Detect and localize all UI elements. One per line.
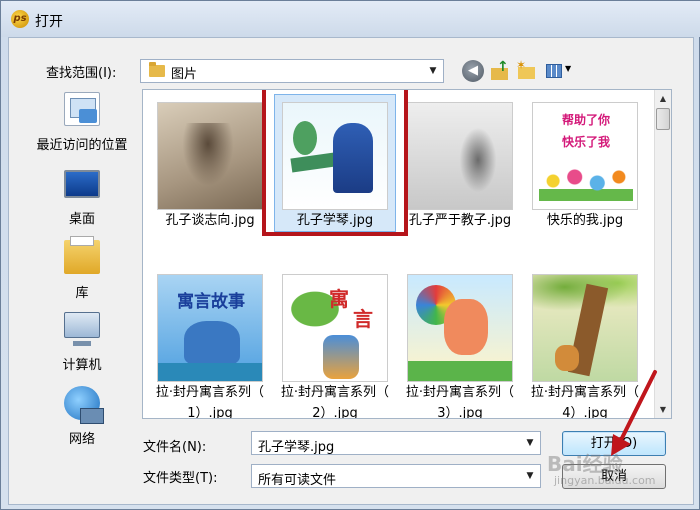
thumbnail-image [532, 274, 638, 382]
filetype-value: 所有可读文件 [258, 473, 337, 488]
place-label: 计算机 [62, 358, 102, 373]
thumbnail-image: 寓 言 [282, 274, 388, 382]
lookin-label: 查找范围(I): [46, 66, 117, 81]
place-libraries[interactable]: 库 [26, 236, 138, 308]
thumbnail-image: 寓言故事 [157, 274, 263, 382]
place-desktop[interactable]: 桌面 [26, 162, 138, 234]
filename-label: 文件名(N): [143, 440, 207, 455]
filetype-label: 文件类型(T): [143, 471, 218, 486]
file-name: 孔子严于教子.jpg [408, 213, 512, 228]
lookin-value: 图片 [171, 67, 198, 82]
thumbnail-text: 快乐了我 [561, 135, 610, 149]
thumbnail-text: 言 [353, 307, 373, 331]
up-folder-icon[interactable]: ↑ [489, 59, 511, 82]
file-name: 拉·封丹寓言系列（ [405, 385, 515, 400]
scroll-down-icon[interactable]: ▼ [655, 401, 671, 418]
thumbnail-image: 帮助了你 快乐了我 [532, 102, 638, 210]
app-icon: ps [11, 10, 29, 28]
file-list[interactable]: 孔子谈志向.jpg 孔子学琴.jpg 孔子严于教子.jpg 帮助了你 快乐了我 … [142, 89, 672, 419]
file-item-selected[interactable]: 孔子学琴.jpg [274, 94, 392, 244]
file-name: 拉·封丹寓言系列（ [155, 385, 265, 400]
place-computer[interactable]: 计算机 [26, 308, 138, 380]
scroll-up-icon[interactable]: ▲ [655, 90, 671, 107]
cancel-button[interactable]: 取消 [562, 464, 666, 489]
file-item[interactable]: 孔子谈志向.jpg [149, 94, 267, 244]
filename-value: 孔子学琴.jpg [258, 440, 335, 455]
file-name-line2: 1）.jpg [187, 406, 233, 419]
new-folder-icon[interactable]: ✶ [516, 58, 538, 82]
network-icon [64, 386, 104, 424]
thumbnail-image [282, 102, 388, 210]
file-name: 孔子学琴.jpg [296, 213, 374, 228]
libraries-icon [64, 236, 100, 274]
places-bar: 最近访问的位置 桌面 库 计算机 网络 [26, 88, 138, 456]
file-item[interactable]: 拉·封丹寓言系列（ 4）.jpg [524, 266, 642, 418]
dialog-body: 查找范围(I): 图片 ▼ ◀ ↑ ✶ ▼ 最近访问的位置 桌面 库 计算机 网… [8, 37, 694, 505]
chevron-down-icon[interactable]: ▼ [524, 469, 536, 483]
place-label: 最近访问的位置 [36, 138, 128, 153]
vertical-scrollbar[interactable]: ▲ ▼ [654, 90, 671, 418]
window-title: 打开 [35, 14, 63, 30]
scrollbar-thumb[interactable] [656, 108, 670, 130]
computer-icon [64, 312, 100, 346]
place-network[interactable]: 网络 [26, 382, 138, 454]
file-item[interactable]: 拉·封丹寓言系列（ 3）.jpg [399, 266, 517, 418]
thumbnail-image [407, 102, 513, 210]
file-item[interactable]: 寓 言 拉·封丹寓言系列（ 2）.jpg [274, 266, 392, 418]
filetype-select[interactable]: 所有可读文件 ▼ [251, 464, 541, 488]
thumbnail-image [407, 274, 513, 382]
title-bar[interactable]: ps 打开 [1, 1, 700, 37]
lookin-combobox[interactable]: 图片 ▼ [140, 59, 444, 83]
file-name-line2: 4）.jpg [562, 406, 608, 419]
filename-input[interactable]: 孔子学琴.jpg ▼ [251, 431, 541, 455]
place-recent[interactable]: 最近访问的位置 [26, 88, 138, 160]
file-name-line2: 3）.jpg [437, 406, 483, 419]
file-item[interactable]: 寓言故事 拉·封丹寓言系列（ 1）.jpg [149, 266, 267, 418]
back-icon[interactable]: ◀ [462, 60, 484, 82]
desktop-icon [64, 170, 100, 198]
open-dialog: ps 打开 查找范围(I): 图片 ▼ ◀ ↑ ✶ ▼ 最近访问的位置 桌面 库 [0, 0, 700, 510]
file-name: 快乐的我.jpg [546, 213, 624, 228]
file-name: 拉·封丹寓言系列（ [280, 385, 390, 400]
thumbnail-text: 帮助了你 [561, 113, 610, 127]
thumbnail-text: 寓言故事 [177, 292, 245, 312]
file-name: 孔子谈志向.jpg [165, 213, 255, 228]
folder-icon [149, 62, 165, 77]
file-item[interactable]: 帮助了你 快乐了我 快乐的我.jpg [524, 94, 642, 244]
chevron-down-icon[interactable]: ▼ [524, 436, 536, 450]
thumbnail-image [157, 102, 263, 210]
file-name: 拉·封丹寓言系列（ [530, 385, 640, 400]
recent-places-icon [64, 92, 100, 126]
place-label: 桌面 [68, 212, 95, 227]
open-button[interactable]: 打开(O) [562, 431, 666, 456]
place-label: 库 [75, 286, 89, 301]
chevron-down-icon[interactable]: ▼ [427, 64, 439, 78]
thumbnail-text: 寓 [329, 287, 349, 311]
view-menu-icon[interactable]: ▼ [544, 60, 576, 82]
file-item[interactable]: 孔子严于教子.jpg [399, 94, 517, 244]
place-label: 网络 [68, 432, 95, 447]
file-name-line2: 2）.jpg [312, 406, 358, 419]
